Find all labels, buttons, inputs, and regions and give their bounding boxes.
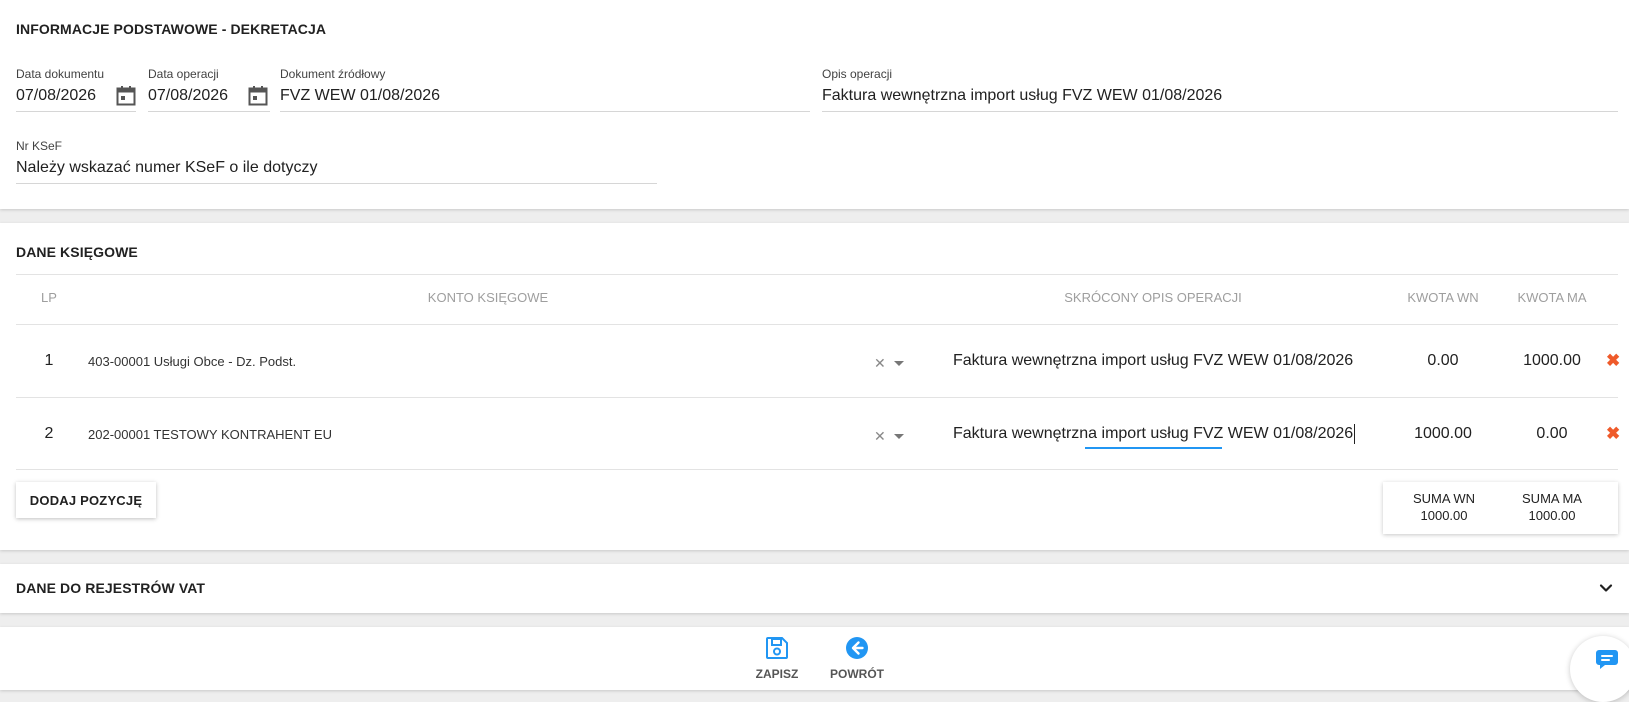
source-document-label: Dokument źródłowy bbox=[280, 67, 386, 81]
row-lp: 2 bbox=[44, 425, 54, 442]
clear-account-icon[interactable]: ✕ bbox=[874, 355, 886, 372]
header-amount-wn: KWOTA WN bbox=[1407, 290, 1479, 305]
source-document-underline bbox=[280, 111, 810, 112]
save-label: ZAPISZ bbox=[755, 667, 799, 681]
calendar-icon[interactable] bbox=[248, 85, 268, 107]
sum-ma: SUMA MA 1000.00 bbox=[1502, 490, 1602, 524]
back-button[interactable]: POWRÓT bbox=[822, 636, 892, 681]
ksef-number-input[interactable]: Należy wskazać numer KSeF o ile dotyczy bbox=[16, 159, 317, 177]
chevron-down-icon[interactable] bbox=[894, 361, 904, 366]
operation-description-value[interactable]: Faktura wewnętrzna import usług FVZ WEW … bbox=[822, 87, 1222, 105]
ksef-number-label: Nr KSeF bbox=[16, 139, 63, 153]
row-amount-wn[interactable]: 1000.00 bbox=[1393, 425, 1493, 443]
source-document-value[interactable]: FVZ WEW 01/08/2026 bbox=[280, 87, 440, 105]
operation-description-underline bbox=[822, 111, 1618, 112]
vat-section-card[interactable]: DANE DO REJESTRÓW VAT bbox=[0, 564, 1629, 613]
focused-input-underline bbox=[1085, 447, 1222, 449]
account-select[interactable]: 202-00001 TESTOWY KONTRAHENT EU bbox=[88, 427, 332, 442]
document-date-underline bbox=[16, 111, 136, 112]
header-lp: LP bbox=[41, 290, 57, 305]
sum-wn-label: SUMA WN bbox=[1412, 491, 1476, 506]
save-button[interactable]: ZAPISZ bbox=[742, 636, 812, 681]
text-cursor bbox=[1354, 424, 1355, 444]
accounting-title: DANE KSIĘGOWE bbox=[16, 244, 138, 260]
sum-box: SUMA WN 1000.00 SUMA MA 1000.00 bbox=[1383, 482, 1618, 534]
row-lp: 1 bbox=[44, 352, 54, 369]
table-top-divider bbox=[16, 274, 1618, 275]
basic-info-card: INFORMACJE PODSTAWOWE - DEKRETACJA Data … bbox=[0, 0, 1629, 209]
row-divider bbox=[16, 397, 1618, 398]
header-account: KONTO KSIĘGOWE bbox=[427, 290, 549, 305]
row-divider bbox=[16, 469, 1618, 470]
header-amount-ma: KWOTA MA bbox=[1517, 290, 1587, 305]
operation-date-underline bbox=[148, 111, 270, 112]
row-description-input[interactable]: Faktura wewnętrzna import usług FVZ WEW … bbox=[953, 425, 1353, 443]
basic-info-title: INFORMACJE PODSTAWOWE - DEKRETACJA bbox=[16, 21, 327, 37]
add-position-button[interactable]: DODAJ POZYCJĘ bbox=[16, 482, 156, 518]
row-amount-ma[interactable]: 0.00 bbox=[1502, 425, 1602, 443]
sum-wn-value: 1000.00 bbox=[1420, 508, 1468, 523]
chevron-down-icon[interactable] bbox=[894, 434, 904, 439]
document-date-value[interactable]: 07/08/2026 bbox=[16, 87, 96, 105]
chevron-down-icon[interactable] bbox=[1599, 581, 1613, 595]
table-header-divider bbox=[16, 324, 1618, 325]
clear-account-icon[interactable]: ✕ bbox=[874, 428, 886, 445]
row-amount-wn[interactable]: 0.00 bbox=[1393, 352, 1493, 370]
delete-row-icon[interactable]: ✖ bbox=[1606, 351, 1620, 371]
sum-ma-label: SUMA MA bbox=[1522, 491, 1582, 506]
account-select[interactable]: 403-00001 Usługi Obce - Dz. Podst. bbox=[88, 354, 296, 369]
ksef-number-underline bbox=[16, 183, 657, 184]
row-amount-ma[interactable]: 1000.00 bbox=[1502, 352, 1602, 370]
floppy-disk-icon bbox=[766, 637, 788, 659]
document-date-label: Data dokumentu bbox=[16, 67, 105, 81]
back-label: POWRÓT bbox=[830, 667, 884, 681]
operation-date-label: Data operacji bbox=[148, 67, 219, 81]
calendar-icon[interactable] bbox=[116, 85, 136, 107]
sum-ma-value: 1000.00 bbox=[1528, 508, 1576, 523]
row-description-input[interactable]: Faktura wewnętrzna import usług FVZ WEW … bbox=[953, 352, 1353, 370]
chat-bubble-icon bbox=[1596, 650, 1618, 669]
bottom-toolbar bbox=[0, 627, 1629, 690]
delete-row-icon[interactable]: ✖ bbox=[1606, 424, 1620, 444]
operation-description-label: Opis operacji bbox=[822, 67, 893, 81]
operation-date-value[interactable]: 07/08/2026 bbox=[148, 87, 228, 105]
arrow-left-circle-icon bbox=[846, 637, 868, 659]
chat-button[interactable] bbox=[1570, 636, 1629, 702]
vat-section-title[interactable]: DANE DO REJESTRÓW VAT bbox=[16, 580, 205, 596]
sum-wn: SUMA WN 1000.00 bbox=[1394, 490, 1494, 524]
header-short-description: SKRÓCONY OPIS OPERACJI bbox=[1064, 290, 1242, 305]
